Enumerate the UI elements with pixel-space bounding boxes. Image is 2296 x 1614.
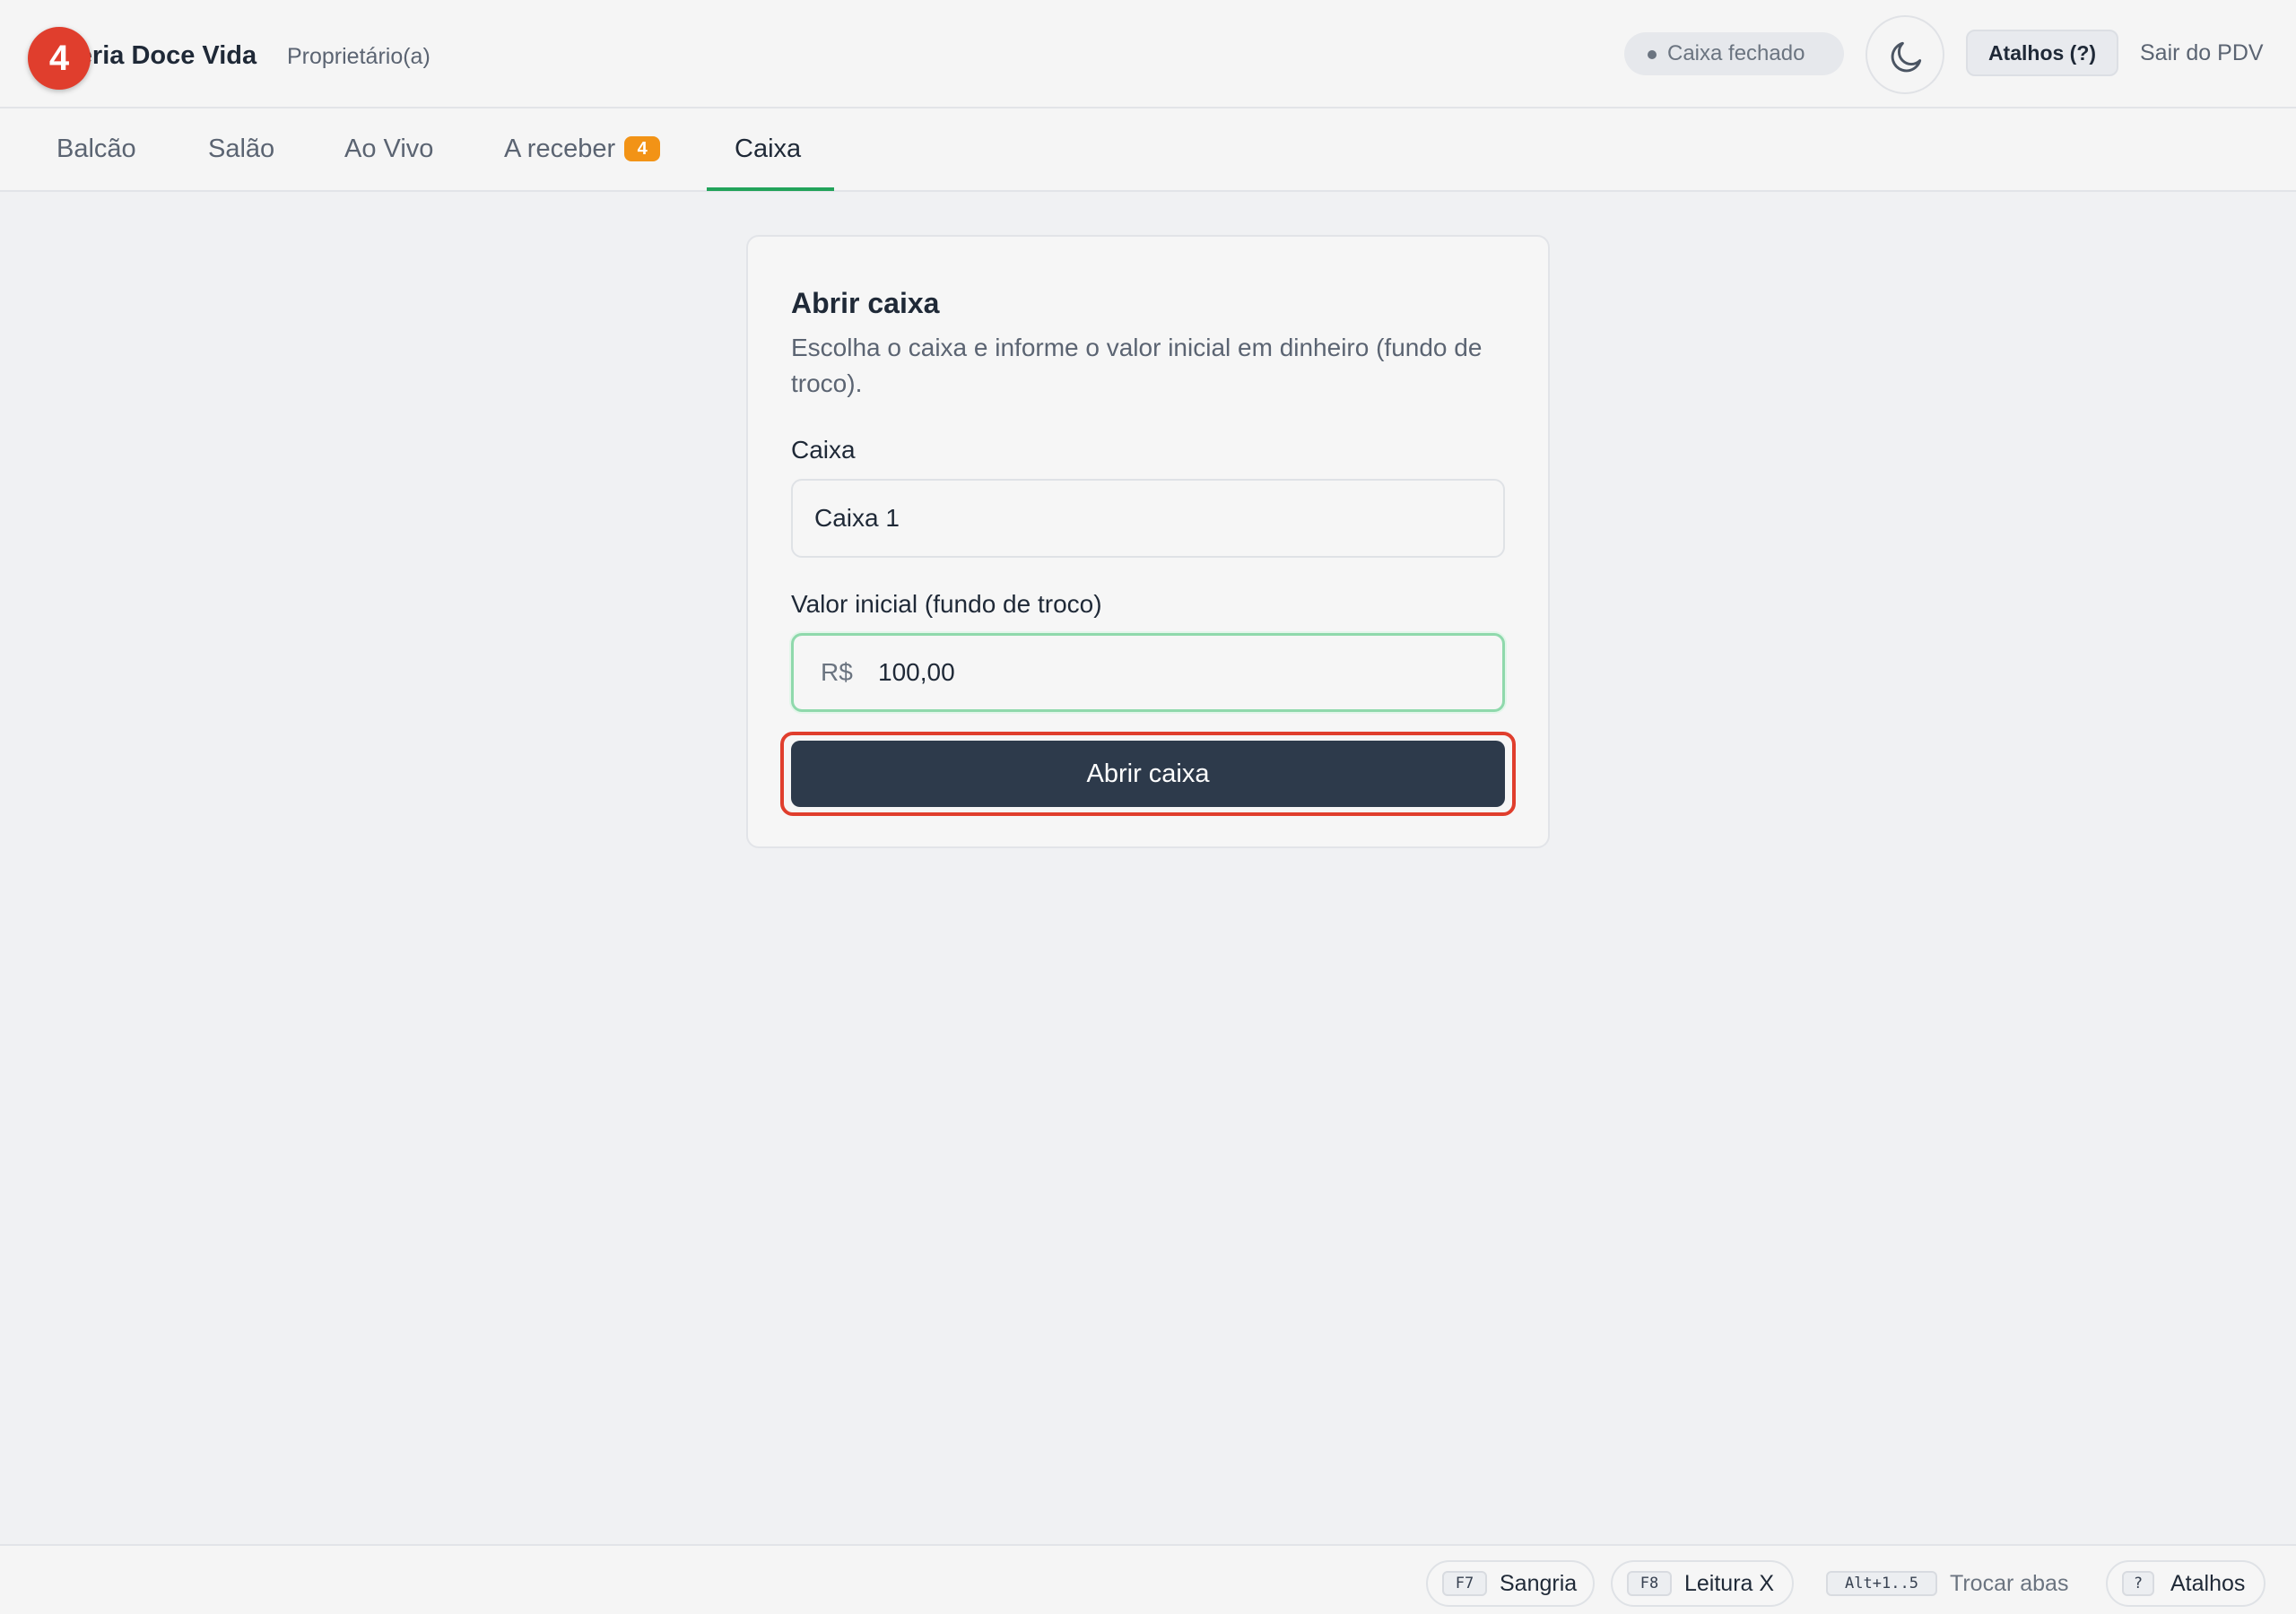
currency-prefix: R$ (821, 658, 853, 686)
shortcut-key: Alt+1..5 (1826, 1571, 1937, 1596)
tab-label: Salão (208, 134, 275, 163)
shortcut-leitura-x[interactable]: F8 Leitura X (1611, 1560, 1794, 1607)
shortcut-label: Trocar abas (1950, 1571, 2069, 1596)
shortcut-key: ? (2122, 1571, 2154, 1596)
tab-label: Balcão (57, 134, 136, 163)
tab-balcao[interactable]: Balcão (57, 108, 136, 190)
main-tabs: Balcão Salão Ao Vivo A receber 4 Caixa (0, 108, 2296, 192)
user-role: Proprietário(a) (287, 44, 430, 69)
exit-pdv-link[interactable]: Sair do PDV (2140, 38, 2264, 68)
shortcut-key: F8 (1627, 1571, 1672, 1596)
step-number-badge: 4 (28, 27, 91, 90)
theme-toggle-button[interactable] (1866, 15, 1944, 94)
pending-count-badge: 4 (624, 136, 661, 161)
open-register-card: Abrir caixa Escolha o caixa e informe o … (746, 235, 1550, 848)
card-title: Abrir caixa (791, 287, 940, 319)
open-register-button[interactable]: Abrir caixa (791, 741, 1505, 807)
register-selected-value: Caixa 1 (814, 504, 900, 532)
tab-label: Caixa (735, 134, 802, 163)
tab-ao-vivo[interactable]: Ao Vivo (344, 108, 433, 190)
tab-label: A receber (504, 134, 616, 163)
shortcut-trocar-abas: Alt+1..5 Trocar abas (1810, 1560, 2088, 1607)
tab-a-receber[interactable]: A receber 4 (504, 108, 661, 190)
shortcut-label: Sangria (1500, 1571, 1578, 1596)
register-status-badge: Caixa fechado (1624, 32, 1844, 75)
shortcut-label: Leitura X (1684, 1571, 1775, 1596)
shortcut-atalhos[interactable]: ? Atalhos (2106, 1560, 2266, 1607)
amount-label: Valor inicial (fundo de troco) (791, 590, 1102, 618)
initial-amount-input[interactable]: R$ 100,00 (791, 633, 1505, 712)
register-select[interactable]: Caixa 1 (791, 479, 1505, 558)
tab-caixa[interactable]: Caixa (735, 108, 801, 190)
card-description: Escolha o caixa e informe o valor inicia… (791, 334, 1483, 397)
active-tab-indicator (707, 187, 834, 191)
shortcut-key: F7 (1442, 1571, 1487, 1596)
top-header: Doceria Doce Vida 4 Proprietário(a) Caix… (0, 0, 2296, 108)
register-label: Caixa (791, 436, 856, 464)
initial-amount-value: 100,00 (878, 658, 955, 686)
moon-icon (1891, 41, 1922, 73)
tab-label: Ao Vivo (344, 134, 434, 163)
status-dot-icon (1648, 50, 1657, 59)
tab-salao[interactable]: Salão (208, 108, 274, 190)
register-status-text: Caixa fechado (1667, 41, 1805, 65)
shortcut-label: Atalhos (2170, 1571, 2246, 1596)
shortcut-sangria[interactable]: F7 Sangria (1426, 1560, 1595, 1607)
shortcuts-button[interactable]: Atalhos (?) (1966, 30, 2118, 76)
shortcuts-footer: F7 Sangria F8 Leitura X Alt+1..5 Trocar … (0, 1544, 2296, 1614)
